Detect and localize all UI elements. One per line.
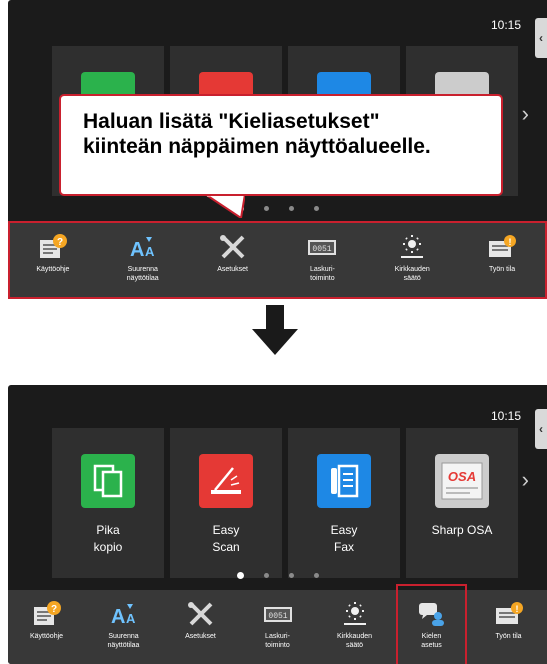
dock-item-label: Kirkkauden säätö [336, 633, 373, 649]
page-indicator [8, 205, 547, 212]
card-label: Sharp OSA [431, 523, 493, 537]
enlarge-display-icon: AA [108, 600, 140, 628]
dock-item-counter[interactable]: 0051 Laskuri- toiminto [239, 590, 316, 664]
dock-item-help-manual[interactable]: ? Käyttöohje [8, 590, 85, 664]
easy-scan-icon [199, 454, 253, 508]
page-dot-4[interactable] [313, 206, 319, 211]
svg-text:?: ? [50, 604, 56, 615]
home-card-quick-copy[interactable]: Pika kopio [52, 428, 164, 578]
dock-item-brightness[interactable]: Kirkkauden säätö [316, 590, 393, 664]
instruction-callout: Haluan lisätä "Kieliasetukset" kiinteän … [59, 94, 503, 196]
new-key-highlight-outline [396, 584, 467, 664]
page-dot-4[interactable] [313, 573, 319, 578]
page-dot-2[interactable] [263, 573, 269, 578]
help-manual-icon: ? [31, 600, 63, 628]
dock-item-label: Laskuri- toiminto [265, 633, 290, 649]
bottom-screen: 10:15 ‹ Pika kopio Easy Scan Easy Fax OSA Sh… [8, 385, 547, 664]
page-dot-2[interactable] [263, 206, 269, 211]
side-panel-tab[interactable]: ‹ [535, 18, 547, 58]
dock-item-language-setting[interactable]: Kielen asetus [393, 584, 470, 664]
page-dot-3[interactable] [288, 573, 294, 578]
callout-tail [205, 194, 245, 218]
side-panel-tab[interactable]: ‹ [535, 409, 547, 449]
home-card-sharp-osa[interactable]: OSA Sharp OSA [406, 428, 518, 578]
page-dot-3[interactable] [288, 206, 294, 211]
svg-text:0051: 0051 [268, 612, 287, 621]
svg-text:OSA: OSA [448, 469, 476, 484]
card-label: Easy Fax [330, 523, 358, 554]
dock-highlight-outline [8, 221, 547, 299]
home-card-easy-scan[interactable]: Easy Scan [170, 428, 282, 578]
settings-tools-icon [185, 600, 217, 628]
dock-item-label: Työn tila [495, 633, 522, 640]
sharp-osa-icon: OSA [435, 454, 489, 508]
next-page-arrow[interactable]: › [522, 101, 529, 127]
quick-copy-icon [81, 454, 135, 508]
home-card-easy-fax[interactable]: Easy Fax [288, 428, 400, 578]
job-status-icon: ! [493, 600, 525, 628]
callout-text: Haluan lisätä "Kieliasetukset" kiinteän … [83, 110, 431, 158]
clock: 10:15 [491, 18, 522, 32]
brightness-icon [339, 600, 371, 628]
card-label: Pika kopio [93, 523, 123, 554]
dock-item-job-status[interactable]: ! Työn tila [470, 590, 547, 664]
dock-item-label: Käyttöohje [29, 633, 64, 640]
dock-item-label: Asetukset [185, 633, 216, 640]
dock-item-settings-tools[interactable]: Asetukset [162, 590, 239, 664]
down-arrow-icon [252, 305, 298, 355]
easy-fax-icon [317, 454, 371, 508]
page-indicator [8, 572, 547, 579]
clock: 10:15 [491, 409, 522, 423]
svg-text:!: ! [515, 604, 518, 614]
page-dot-1[interactable] [236, 572, 244, 579]
counter-icon: 0051 [262, 600, 294, 628]
next-page-arrow[interactable]: › [522, 467, 529, 493]
card-label: Easy Scan [212, 523, 240, 554]
dock-item-label: Suurenna näyttötilaa [107, 633, 140, 649]
dock-item-enlarge-display[interactable]: A A Suurenna näyttötilaa [85, 590, 162, 664]
svg-text:A: A [126, 611, 136, 626]
svg-text:A: A [111, 606, 125, 627]
fixed-key-dock: ? Käyttöohje A A Suurenna näyttötilaa Asetuks… [8, 584, 547, 664]
